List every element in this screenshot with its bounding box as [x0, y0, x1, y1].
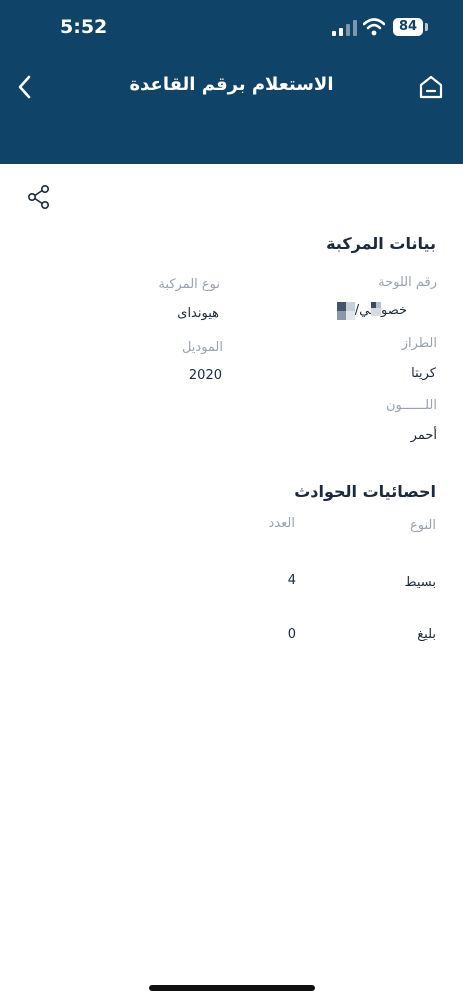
battery-indicator: 84 [393, 18, 423, 36]
model-value: كريتا [411, 366, 436, 381]
accident-count-header: العدد [268, 516, 295, 531]
vehicle-section-title: بيانات المركبة [326, 234, 436, 253]
vehicle-type-label: نوع المركبة [158, 277, 220, 292]
accident-count-cell: 4 [287, 573, 296, 588]
color-value: أحمر [410, 428, 437, 443]
accidents-section-title: احصائيات الحوادث [294, 482, 436, 501]
cellular-signal-icon [332, 20, 357, 36]
color-label: اللــــــون [386, 398, 437, 413]
accident-type-cell: بسيط [404, 575, 436, 590]
accident-count-cell: 0 [287, 627, 296, 642]
vehicle-type-value: هيونداى [177, 306, 219, 321]
accident-type-cell: بليغ [417, 627, 436, 642]
app-header: 5:52 84 الاستعلام برقم القاعدة [0, 0, 463, 164]
model-label: الطراز [401, 336, 437, 351]
status-time: 5:52 [60, 16, 108, 38]
plate-label: رقم اللوحة [378, 275, 437, 290]
accident-type-header: النوع [410, 518, 436, 533]
plate-mask-icon [371, 302, 381, 316]
home-indicator [149, 985, 315, 991]
battery-tip [425, 23, 428, 31]
year-value: 2020 [188, 368, 222, 383]
plate-mask-icon [337, 302, 355, 320]
year-label: الموديل [181, 340, 223, 355]
page-title: الاستعلام برقم القاعدة [129, 74, 334, 95]
home-icon[interactable] [417, 73, 445, 101]
share-icon[interactable] [26, 184, 52, 210]
wifi-icon [363, 18, 385, 36]
